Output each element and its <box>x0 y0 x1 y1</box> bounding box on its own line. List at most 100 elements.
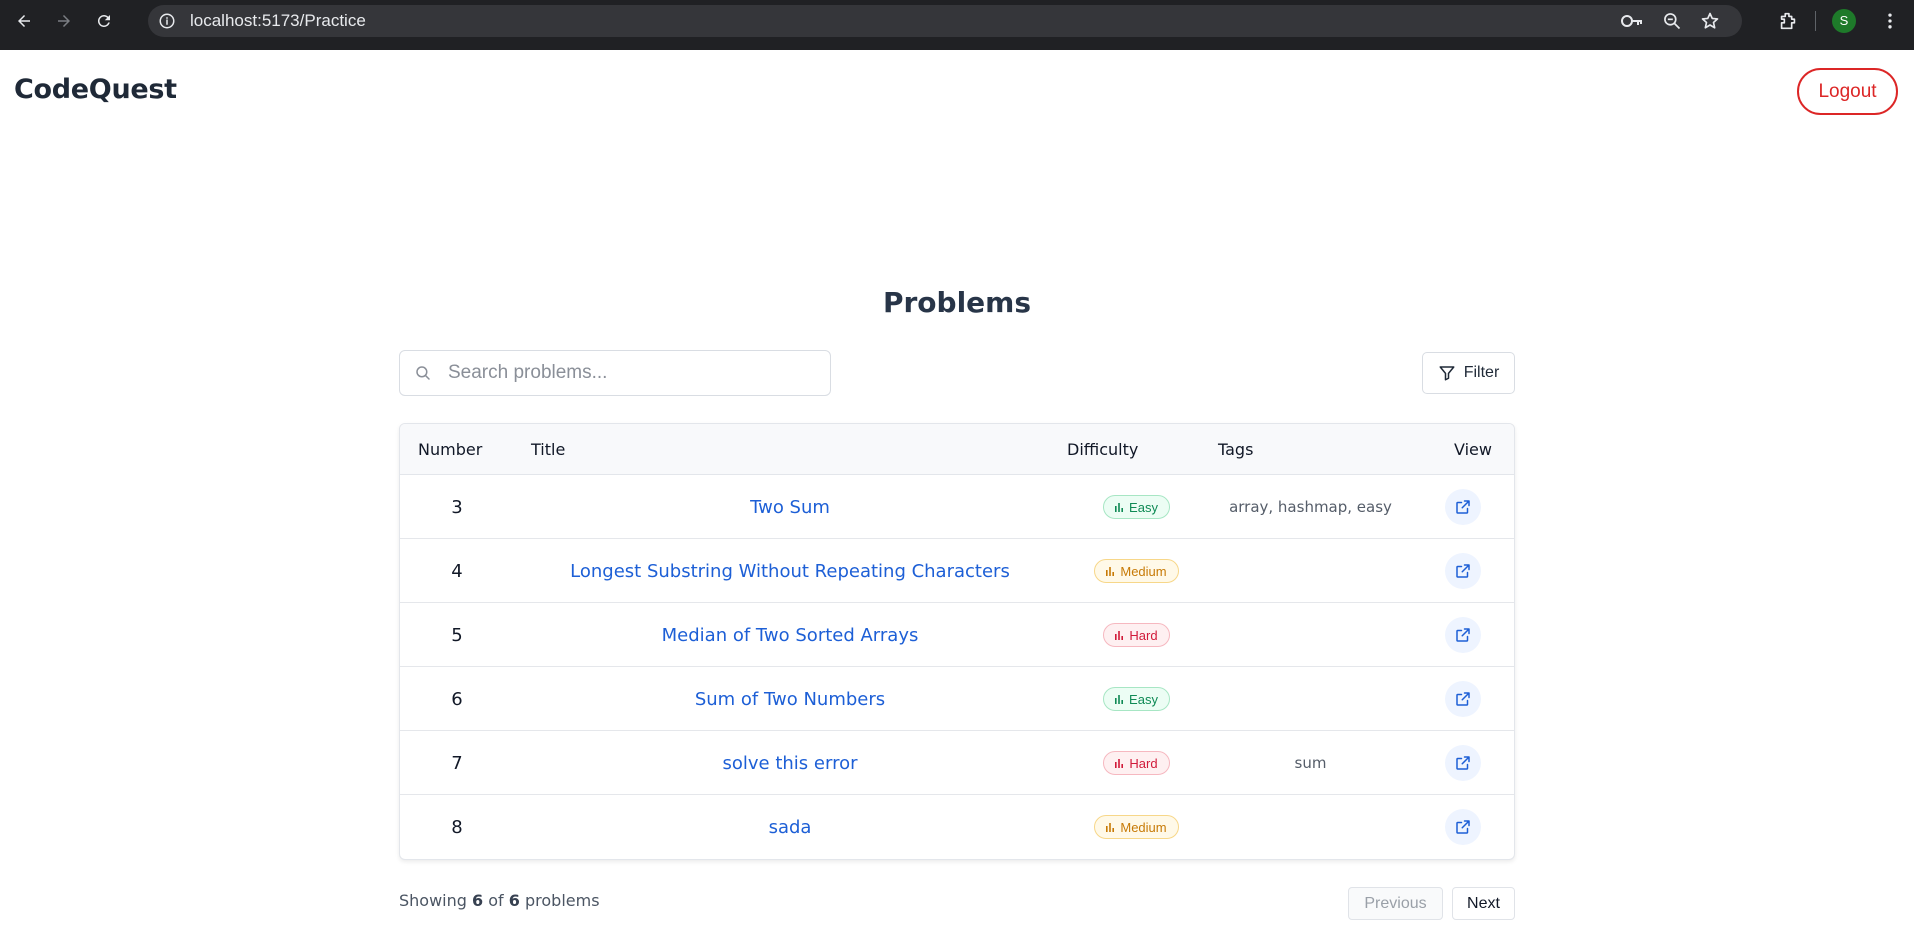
problem-number: 5 <box>451 624 463 646</box>
profile-avatar[interactable]: S <box>1832 8 1856 33</box>
problem-title-link[interactable]: Median of Two Sorted Arrays <box>662 625 919 646</box>
difficulty-label: Medium <box>1120 563 1167 579</box>
problem-title-link[interactable]: Two Sum <box>750 497 830 518</box>
address-bar[interactable]: localhost:5173/Practice <box>148 5 1742 37</box>
view-problem-button[interactable] <box>1445 489 1481 525</box>
filter-label: Filter <box>1463 364 1500 381</box>
difficulty-cell: Hard <box>1060 731 1213 795</box>
difficulty-badge: Hard <box>1103 751 1170 775</box>
view-cell <box>1410 603 1514 667</box>
table-row: 5 Median of Two Sorted Arrays Hard <box>400 603 1514 667</box>
column-header-tags: Tags <box>1218 439 1254 459</box>
column-header-difficulty: Difficulty <box>1067 439 1139 459</box>
browser-chrome: localhost:5173/Practice S <box>0 0 1914 50</box>
table-row: 3 Two Sum Easy array, hashmap, easy <box>400 475 1514 539</box>
view-cell <box>1410 475 1514 539</box>
bar-chart-icon <box>1115 759 1124 768</box>
filter-button[interactable]: Filter <box>1422 352 1515 394</box>
problem-title-link[interactable]: solve this error <box>723 753 858 774</box>
table-row: 4 Longest Substring Without Repeating Ch… <box>400 539 1514 603</box>
problem-number: 4 <box>451 560 463 582</box>
summary-shown-count: 6 <box>472 891 484 910</box>
bar-chart-icon <box>1115 503 1124 512</box>
table-row: 6 Sum of Two Numbers Easy <box>400 667 1514 731</box>
view-problem-button[interactable] <box>1445 809 1481 845</box>
external-link-icon <box>1456 756 1470 770</box>
difficulty-cell: Medium <box>1060 539 1213 603</box>
view-problem-button[interactable] <box>1445 745 1481 781</box>
column-header-view: View <box>1454 439 1492 459</box>
zoom-icon[interactable] <box>1662 11 1682 31</box>
problem-title-cell: Sum of Two Numbers <box>514 667 1066 731</box>
difficulty-label: Medium <box>1120 819 1167 835</box>
view-cell <box>1410 539 1514 603</box>
problem-title-link[interactable]: Sum of Two Numbers <box>695 689 885 710</box>
external-link-icon <box>1456 692 1470 706</box>
view-cell <box>1410 795 1514 859</box>
difficulty-cell: Medium <box>1060 795 1213 859</box>
bar-chart-icon <box>1106 567 1115 576</box>
problem-tags <box>1213 539 1408 603</box>
page-title: Problems <box>882 286 1032 319</box>
column-header-title: Title <box>531 439 566 459</box>
view-cell <box>1410 667 1514 731</box>
problem-tags <box>1213 795 1408 859</box>
results-summary: Showing 6 of 6 problems <box>399 891 600 910</box>
problem-title-link[interactable]: Longest Substring Without Repeating Char… <box>570 561 1010 582</box>
bookmark-star-icon[interactable] <box>1700 11 1720 31</box>
problem-title-cell: Median of Two Sorted Arrays <box>514 603 1066 667</box>
external-link-icon <box>1456 820 1470 834</box>
table-row: 7 solve this error Hard sum <box>400 731 1514 795</box>
difficulty-label: Easy <box>1129 499 1158 515</box>
problem-title-cell: Two Sum <box>514 475 1066 539</box>
summary-of: of <box>488 891 504 910</box>
problem-title-link[interactable]: sada <box>769 817 812 838</box>
more-menu-icon[interactable] <box>1880 11 1900 31</box>
toolbar-divider <box>1815 10 1816 31</box>
difficulty-label: Hard <box>1129 627 1158 643</box>
problem-tags: array, hashmap, easy <box>1229 498 1392 516</box>
difficulty-label: Easy <box>1129 691 1158 707</box>
view-problem-button[interactable] <box>1445 553 1481 589</box>
difficulty-badge: Easy <box>1103 687 1170 711</box>
site-info-icon[interactable] <box>158 12 176 30</box>
difficulty-badge: Medium <box>1094 815 1179 839</box>
view-cell <box>1410 731 1514 795</box>
problem-tags <box>1213 667 1408 731</box>
bar-chart-icon <box>1115 631 1124 640</box>
problem-number: 6 <box>451 688 463 710</box>
external-link-icon <box>1456 564 1470 578</box>
difficulty-cell: Easy <box>1060 475 1213 539</box>
problem-title-cell: solve this error <box>514 731 1066 795</box>
external-link-icon <box>1456 628 1470 642</box>
back-arrow-icon[interactable] <box>10 7 38 35</box>
logout-button[interactable]: Logout <box>1797 68 1898 115</box>
summary-suffix: problems <box>525 891 600 910</box>
bar-chart-icon <box>1106 823 1115 832</box>
table-body: 3 Two Sum Easy array, hashmap, easy 4 Lo… <box>400 475 1514 859</box>
app-page: CodeQuest Logout Problems Filter Number … <box>0 50 1914 942</box>
search-box[interactable] <box>399 350 831 396</box>
problems-table: Number Title Difficulty Tags View 3 Two … <box>399 423 1515 860</box>
view-problem-button[interactable] <box>1445 681 1481 717</box>
problem-number: 7 <box>451 752 463 774</box>
view-problem-button[interactable] <box>1445 617 1481 653</box>
brand-logo[interactable]: CodeQuest <box>14 74 177 105</box>
problem-title-cell: Longest Substring Without Repeating Char… <box>514 539 1066 603</box>
search-input[interactable] <box>448 362 808 384</box>
difficulty-cell: Easy <box>1060 667 1213 731</box>
bar-chart-icon <box>1115 695 1124 704</box>
extensions-icon[interactable] <box>1777 10 1799 32</box>
table-header: Number Title Difficulty Tags View <box>400 424 1514 475</box>
next-page-button[interactable]: Next <box>1452 887 1515 920</box>
difficulty-cell: Hard <box>1060 603 1213 667</box>
table-row: 8 sada Medium <box>400 795 1514 859</box>
problem-title-cell: sada <box>514 795 1066 859</box>
search-icon <box>416 366 430 380</box>
forward-arrow-icon[interactable] <box>50 7 78 35</box>
previous-page-button[interactable]: Previous <box>1348 887 1443 920</box>
reload-icon[interactable] <box>90 7 118 35</box>
column-header-number: Number <box>418 439 483 459</box>
difficulty-badge: Easy <box>1103 495 1170 519</box>
password-key-icon[interactable] <box>1620 12 1644 30</box>
